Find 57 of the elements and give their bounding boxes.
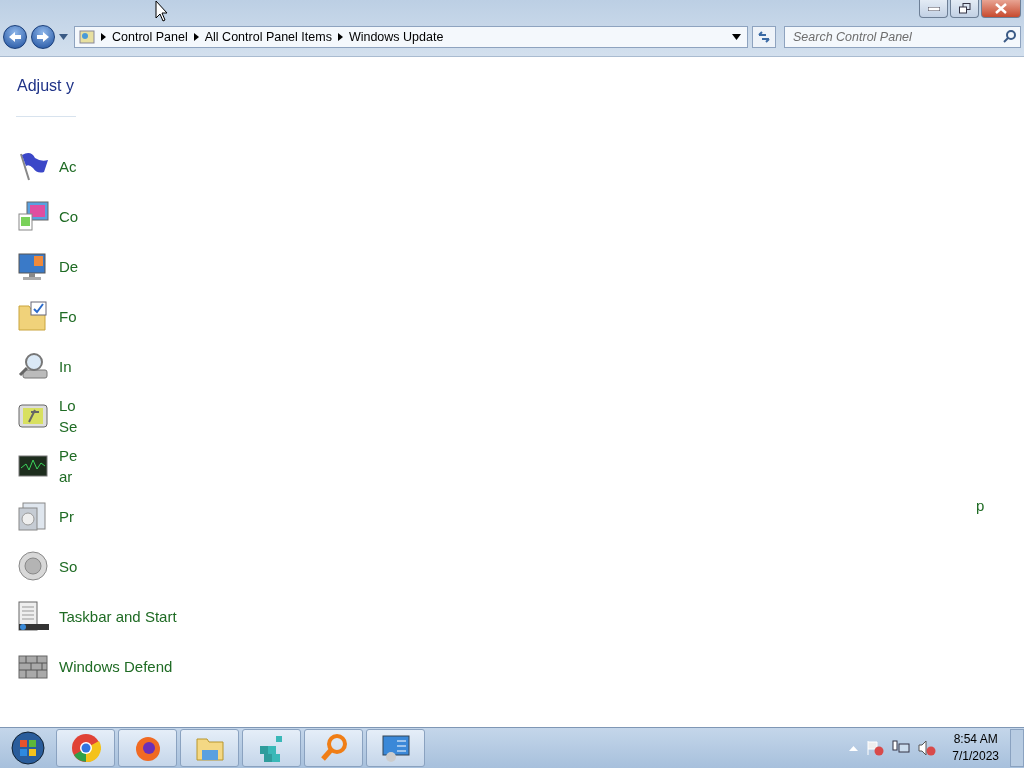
mouse-cursor-icon bbox=[155, 0, 169, 22]
breadcrumb[interactable]: Control Panel bbox=[112, 30, 188, 44]
network-icon[interactable] bbox=[892, 740, 911, 756]
clock-time: 8:54 AM bbox=[953, 731, 998, 748]
chevron-icon[interactable] bbox=[337, 33, 343, 41]
settings-link[interactable]: Co bbox=[59, 205, 79, 227]
clock-date: 7/1/2023 bbox=[952, 748, 999, 765]
color-monitor-icon bbox=[17, 200, 49, 232]
taskbar-app-button[interactable] bbox=[56, 729, 115, 767]
settings-link[interactable]: In bbox=[59, 355, 72, 377]
settings-link[interactable]: Pr bbox=[59, 505, 74, 527]
settings-link[interactable]: De bbox=[59, 255, 79, 277]
text-fragment: p bbox=[976, 497, 985, 514]
search-icon bbox=[1003, 30, 1016, 43]
restore-icon bbox=[958, 3, 971, 14]
close-icon bbox=[995, 3, 1007, 14]
speaker-icon bbox=[17, 550, 49, 582]
breadcrumb[interactable]: Windows Update bbox=[348, 30, 444, 44]
monitor-icon bbox=[17, 250, 49, 282]
flag-error-icon[interactable] bbox=[866, 740, 885, 756]
settings-link[interactable]: Ac bbox=[59, 155, 77, 177]
start-orb-icon bbox=[11, 731, 45, 765]
minimize-icon bbox=[927, 6, 940, 11]
refresh-button[interactable] bbox=[752, 26, 776, 48]
settings-link[interactable]: Taskbar and Start bbox=[59, 605, 177, 627]
speaker-muted-icon[interactable] bbox=[918, 740, 937, 756]
chevron-icon[interactable] bbox=[101, 33, 106, 41]
settings-link[interactable]: Pe ar bbox=[59, 445, 78, 487]
page-heading: Adjust y bbox=[17, 77, 75, 96]
back-button[interactable] bbox=[3, 25, 27, 49]
breadcrumb[interactable]: All Control Panel Items bbox=[204, 30, 332, 44]
folder-icon bbox=[17, 300, 49, 332]
dropdown-icon[interactable] bbox=[732, 34, 741, 40]
browser-logo-icon bbox=[70, 733, 101, 763]
taskbar-app-button[interactable] bbox=[242, 729, 301, 767]
minimize-button[interactable] bbox=[919, 0, 948, 18]
settings-link[interactable]: Fo bbox=[59, 305, 77, 327]
search-field[interactable]: Search Control Panel bbox=[784, 26, 1021, 48]
refresh-icon bbox=[757, 30, 771, 44]
caret-icon[interactable] bbox=[59, 34, 68, 40]
taskbar-app-button[interactable] bbox=[366, 729, 425, 767]
settings-link[interactable]: Windows Defend bbox=[59, 655, 173, 677]
forward-button[interactable] bbox=[31, 25, 55, 49]
control-panel-icon bbox=[380, 733, 411, 763]
left-arrow-icon bbox=[8, 31, 22, 43]
restore-button[interactable] bbox=[950, 0, 979, 18]
close-button[interactable] bbox=[981, 0, 1021, 18]
settings-link[interactable]: Lo Se bbox=[59, 395, 78, 437]
chevron-icon[interactable] bbox=[193, 33, 199, 41]
address-bar[interactable]: Control Panel All Control Panel Items Windows Update bbox=[74, 26, 748, 48]
control-panel-icon bbox=[79, 29, 95, 45]
settings-link[interactable]: So bbox=[59, 555, 78, 577]
magnifier-icon bbox=[17, 350, 49, 382]
taskbar-app-button[interactable] bbox=[118, 729, 177, 767]
magnifier-icon bbox=[318, 733, 349, 763]
right-arrow-icon bbox=[36, 31, 50, 43]
flag-icon bbox=[17, 150, 49, 182]
